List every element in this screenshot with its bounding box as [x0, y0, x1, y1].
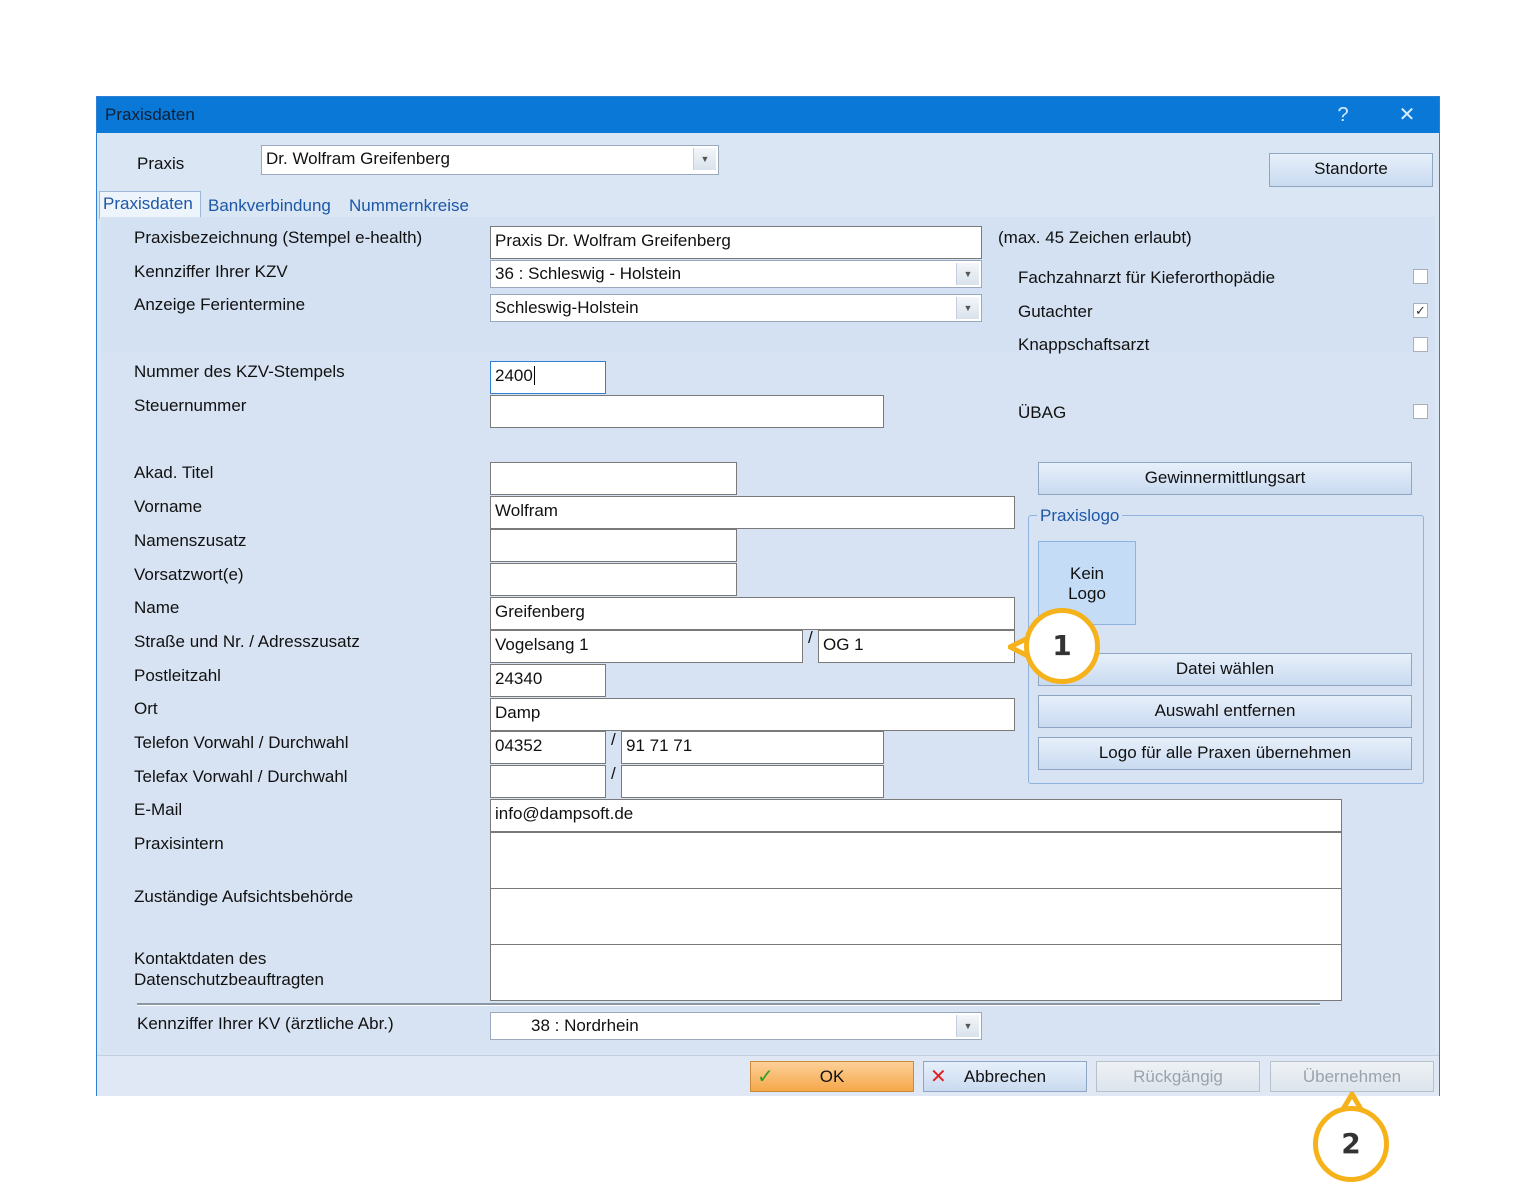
- vorsatzwort-label: Vorsatzwort(e): [134, 565, 244, 584]
- auswahl-entfernen-button[interactable]: Auswahl entfernen: [1038, 695, 1412, 728]
- titel-label: Akad. Titel: [134, 463, 214, 482]
- cancel-x-icon: ✕: [930, 1066, 947, 1088]
- datenschutz-label-line2: Datenschutzbeauftragten: [134, 970, 324, 989]
- telefon-label: Telefon Vorwahl / Durchwahl: [134, 733, 349, 752]
- telefon-vorwahl-input[interactable]: 04352: [490, 731, 606, 764]
- standorte-button[interactable]: Standorte: [1269, 153, 1433, 187]
- steuernummer-label: Steuernummer: [134, 396, 247, 415]
- title-bar: Praxisdaten ? ✕: [97, 97, 1439, 133]
- checkbox-kfo-label: Fachzahnarzt für Kieferorthopädie: [1018, 268, 1276, 287]
- email-input[interactable]: info@dampsoft.de: [490, 799, 1342, 832]
- logo-preview-line2: Logo: [1068, 584, 1106, 603]
- tab-praxisdaten[interactable]: Praxisdaten: [103, 194, 193, 214]
- titel-input[interactable]: [490, 462, 737, 495]
- plz-label: Postleitzahl: [134, 666, 221, 685]
- close-icon[interactable]: ✕: [1389, 101, 1425, 129]
- checkmark-icon: ✓: [1415, 303, 1426, 318]
- check-icon: ✓: [757, 1066, 774, 1088]
- praxisbezeichnung-input[interactable]: Praxis Dr. Wolfram Greifenberg: [490, 226, 982, 259]
- checkbox-uebag-label: ÜBAG: [1018, 403, 1067, 422]
- chevron-down-icon[interactable]: ▼: [956, 297, 979, 319]
- telefax-durchwahl-input[interactable]: [621, 765, 884, 798]
- vorsatzwort-input[interactable]: [490, 563, 737, 596]
- kzv-label: Kennziffer Ihrer KZV: [134, 262, 288, 281]
- kzv-stempel-label: Nummer des KZV-Stempels: [134, 362, 345, 381]
- kv-label: Kennziffer Ihrer KV (ärztliche Abr.): [137, 1014, 394, 1033]
- kzv-stempel-value: 2400: [495, 366, 533, 385]
- praxislogo-title: Praxislogo: [1037, 506, 1123, 526]
- praxis-label: Praxis: [137, 154, 185, 173]
- chevron-down-icon[interactable]: ▼: [956, 263, 979, 285]
- aufsicht-label: Zuständige Aufsichtsbehörde: [134, 887, 354, 906]
- checkbox-uebag[interactable]: [1413, 404, 1428, 419]
- ort-input[interactable]: Damp: [490, 698, 1015, 731]
- checkbox-knappschaft-label: Knappschaftsarzt: [1018, 335, 1150, 354]
- praxisintern-label: Praxisintern: [134, 834, 224, 853]
- text-caret: [533, 366, 535, 385]
- chevron-down-icon[interactable]: ▼: [956, 1015, 979, 1037]
- checkbox-knappschaft[interactable]: [1413, 337, 1428, 352]
- telefax-vorwahl-input[interactable]: [490, 765, 606, 798]
- checkbox-gutachter[interactable]: ✓: [1413, 303, 1428, 318]
- logo-preview-line1: Kein: [1069, 564, 1105, 583]
- namenszusatz-label: Namenszusatz: [134, 531, 247, 550]
- logo-alle-praxen-button[interactable]: Logo für alle Praxen übernehmen: [1038, 737, 1412, 770]
- praxis-select[interactable]: Dr. Wolfram Greifenberg ▼: [261, 145, 719, 175]
- abbrechen-button[interactable]: ✕ Abbrechen: [923, 1061, 1087, 1092]
- chevron-down-icon[interactable]: ▼: [693, 148, 716, 170]
- vorname-input[interactable]: Wolfram: [490, 496, 1015, 529]
- praxisbezeichnung-label: Praxisbezeichnung (Stempel e-health): [134, 228, 423, 247]
- uebernehmen-button[interactable]: Übernehmen: [1270, 1061, 1434, 1092]
- ok-button[interactable]: ✓ OK: [750, 1061, 914, 1092]
- window-title: Praxisdaten: [105, 105, 195, 124]
- help-icon[interactable]: ?: [1325, 101, 1361, 129]
- ferien-select[interactable]: Schleswig-Holstein ▼: [490, 294, 982, 322]
- kv-select-value: 38 : Nordrhein: [531, 1016, 639, 1035]
- ok-button-label: OK: [819, 1067, 845, 1086]
- callout-2: 2: [1313, 1106, 1389, 1182]
- telefax-separator: /: [611, 764, 616, 783]
- kzv-select-value: 36 : Schleswig - Holstein: [495, 264, 682, 283]
- email-label: E-Mail: [134, 800, 183, 819]
- strasse-label: Straße und Nr. / Adresszusatz: [134, 632, 360, 651]
- gewinnermittlungsart-button[interactable]: Gewinnermittlungsart: [1038, 462, 1412, 495]
- steuernummer-input[interactable]: [490, 395, 884, 428]
- kzv-select[interactable]: 36 : Schleswig - Holstein ▼: [490, 260, 982, 288]
- adresszusatz-input[interactable]: OG 1: [818, 630, 1015, 663]
- abbrechen-button-label: Abbrechen: [963, 1067, 1047, 1086]
- ferien-select-value: Schleswig-Holstein: [495, 298, 639, 317]
- aufsicht-textarea[interactable]: [490, 888, 1342, 945]
- plz-input[interactable]: 24340: [490, 664, 606, 697]
- namenszusatz-input[interactable]: [490, 529, 737, 562]
- checkbox-kfo[interactable]: [1413, 269, 1428, 284]
- kv-select[interactable]: 38 : Nordrhein ▼: [490, 1012, 982, 1040]
- telefon-separator: /: [611, 730, 616, 749]
- praxis-select-value: Dr. Wolfram Greifenberg: [266, 149, 450, 168]
- ort-label: Ort: [134, 699, 158, 718]
- praxisintern-textarea[interactable]: [490, 832, 1342, 889]
- vorname-label: Vorname: [134, 497, 203, 516]
- name-label: Name: [134, 598, 180, 617]
- tab-nummernkreise[interactable]: Nummernkreise: [349, 196, 469, 216]
- strasse-separator: /: [808, 628, 813, 647]
- name-input[interactable]: Greifenberg: [490, 597, 1015, 630]
- strasse-input[interactable]: Vogelsang 1: [490, 630, 803, 663]
- tab-bankverbindung[interactable]: Bankverbindung: [208, 196, 331, 216]
- telefax-label: Telefax Vorwahl / Durchwahl: [134, 767, 348, 786]
- datenschutz-textarea[interactable]: [490, 944, 1342, 1001]
- max-hint: (max. 45 Zeichen erlaubt): [998, 228, 1192, 247]
- ferien-label: Anzeige Ferientermine: [134, 295, 306, 314]
- datenschutz-label-line1: Kontaktdaten des: [134, 949, 267, 968]
- separator-line: [137, 1003, 1320, 1006]
- kzv-stempel-input[interactable]: 2400: [490, 361, 606, 394]
- rueckgaengig-button[interactable]: Rückgängig: [1096, 1061, 1260, 1092]
- checkbox-gutachter-label: Gutachter: [1018, 302, 1093, 321]
- callout-1: 1: [1024, 608, 1100, 684]
- praxisdaten-dialog: Praxisdaten ? ✕ Praxis Dr. Wolfram Greif…: [96, 96, 1440, 1096]
- telefon-durchwahl-input[interactable]: 91 71 71: [621, 731, 884, 764]
